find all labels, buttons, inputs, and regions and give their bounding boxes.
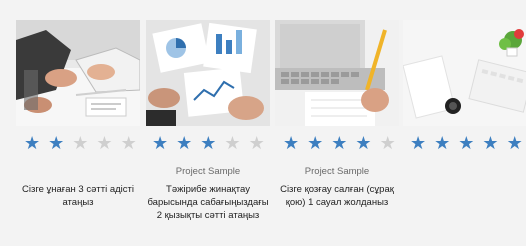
star-icon[interactable]: ★ xyxy=(200,133,216,155)
star-icon[interactable]: ★ xyxy=(410,133,426,155)
meeting-photo xyxy=(16,20,140,126)
laptop-photo xyxy=(275,20,399,126)
star-icon[interactable]: ★ xyxy=(48,133,64,155)
rating-stars-2[interactable]: ★ ★ ★ ★ ★ xyxy=(152,133,265,155)
card-image-desk[interactable] xyxy=(403,20,526,126)
star-icon[interactable]: ★ xyxy=(283,133,299,155)
star-icon[interactable]: ★ xyxy=(507,133,523,155)
card-image-documents[interactable] xyxy=(146,20,270,126)
star-icon[interactable]: ★ xyxy=(249,133,265,155)
star-icon[interactable]: ★ xyxy=(72,133,88,155)
star-icon[interactable]: ★ xyxy=(96,133,112,155)
card-image-laptop[interactable] xyxy=(275,20,399,126)
card-description-3: Сізге қозғау салған (сұрақ қою) 1 сауал … xyxy=(280,184,394,208)
star-icon[interactable]: ★ xyxy=(224,133,240,155)
star-icon[interactable]: ★ xyxy=(24,133,40,155)
star-icon[interactable]: ★ xyxy=(458,133,474,155)
star-icon[interactable]: ★ xyxy=(331,133,347,155)
star-icon[interactable]: ★ xyxy=(380,133,396,155)
star-icon[interactable]: ★ xyxy=(176,133,192,155)
project-sample-label-2: Project Sample xyxy=(175,166,241,177)
rating-stars-1[interactable]: ★ ★ ★ ★ ★ xyxy=(24,133,137,155)
star-icon[interactable]: ★ xyxy=(434,133,450,155)
rating-stars-4[interactable]: ★ ★ ★ ★ ★ xyxy=(410,133,523,155)
rating-stars-3[interactable]: ★ ★ ★ ★ ★ xyxy=(283,133,396,155)
star-icon[interactable]: ★ xyxy=(307,133,323,155)
project-sample-label-3: Project Sample xyxy=(304,166,370,177)
gallery-slide: ★ ★ ★ ★ ★ ★ ★ ★ ★ ★ ★ ★ ★ ★ ★ ★ ★ ★ ★ ★ Project Sample P… xyxy=(0,0,526,246)
card-description-2: Тәжірибе жинақтау барысында сабағыңыздағ… xyxy=(147,184,269,221)
card-description-1: Сізге ұнаған 3 сәтті адісті атаңыз xyxy=(22,184,134,208)
star-icon[interactable]: ★ xyxy=(355,133,371,155)
star-icon[interactable]: ★ xyxy=(121,133,137,155)
star-icon[interactable]: ★ xyxy=(152,133,168,155)
documents-photo xyxy=(146,20,270,126)
desk-photo xyxy=(403,20,526,126)
card-image-meeting[interactable] xyxy=(16,20,140,126)
star-icon[interactable]: ★ xyxy=(482,133,498,155)
